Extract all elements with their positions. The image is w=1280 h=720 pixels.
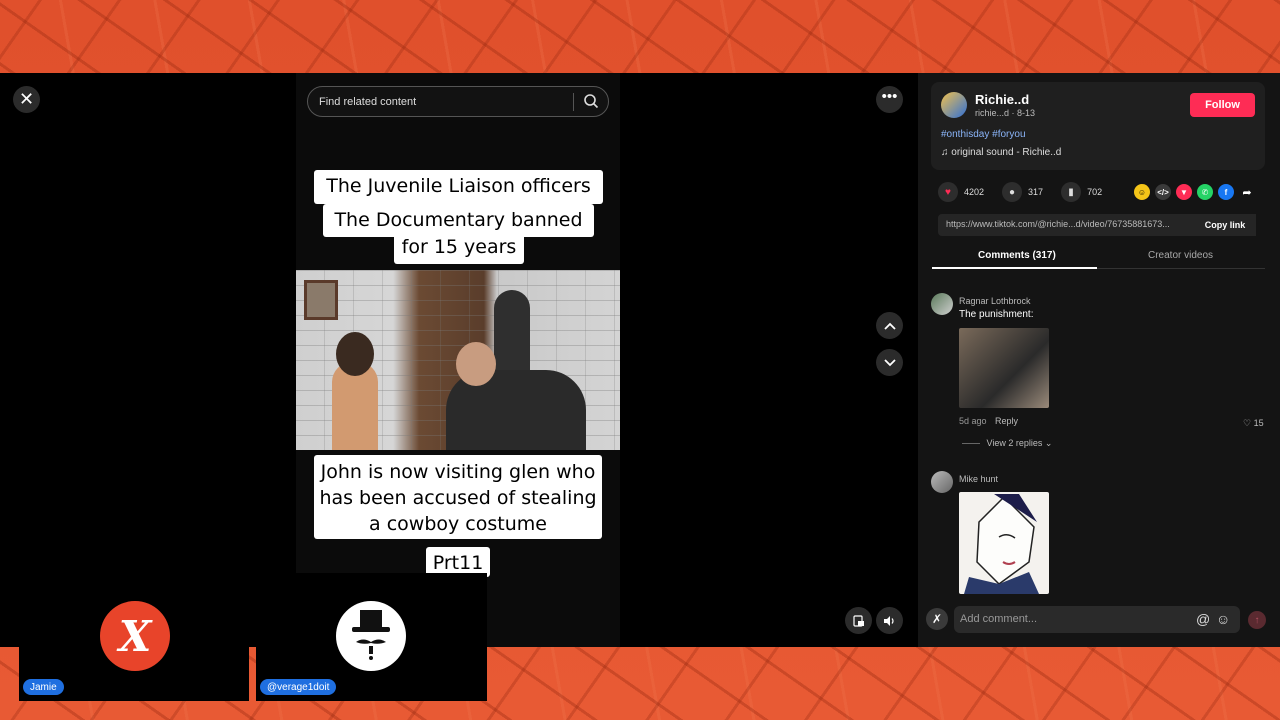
author-name[interactable]: Richie..d	[975, 92, 1029, 107]
share-icons: ☺ </> ▼ ✆ f ➦	[1134, 184, 1255, 200]
comment-avatar[interactable]	[931, 293, 953, 315]
caption-years: for 15 years	[394, 234, 524, 264]
send-icon[interactable]: ▼	[1176, 184, 1192, 200]
follow-button[interactable]: Follow	[1190, 93, 1255, 117]
volume-icon	[884, 615, 894, 626]
send-comment-button[interactable]: ↑	[1248, 611, 1266, 629]
video-frame[interactable]	[296, 270, 620, 450]
embed-icon[interactable]: </>	[1155, 184, 1171, 200]
webcam-name-tag: Jamie	[23, 679, 64, 695]
saves-count: 702	[1087, 187, 1103, 197]
view-replies-button[interactable]: View 2 replies ⌄	[962, 438, 1052, 449]
sound-link[interactable]: ♫ original sound - Richie..d	[941, 147, 1061, 158]
copy-link-button[interactable]: Copy link	[1194, 214, 1256, 236]
comment-image[interactable]	[959, 492, 1049, 594]
webcam-average: @verage1doit	[256, 573, 487, 701]
volume-button[interactable]	[876, 607, 903, 634]
heart-outline-icon: ♡	[1243, 418, 1252, 428]
close-button[interactable]: ✕	[13, 86, 40, 113]
comment-image[interactable]	[959, 328, 1049, 408]
comment-username[interactable]: Mike hunt	[959, 474, 998, 484]
comment-avatar[interactable]	[931, 471, 953, 493]
facebook-icon[interactable]: f	[1218, 184, 1234, 200]
mini-player-button[interactable]	[845, 607, 872, 634]
chevron-up-icon	[883, 322, 896, 330]
more-options-button[interactable]: •••	[876, 86, 903, 113]
comment-like-button[interactable]: ♡ 15	[1243, 418, 1264, 429]
chevron-down-icon	[883, 358, 896, 366]
search-divider	[573, 93, 574, 111]
search-placeholder: Find related content	[319, 95, 417, 108]
video-figure-boy-head	[336, 332, 374, 376]
comment-sticker	[964, 494, 1039, 594]
emoji-icon[interactable]: ☺	[1216, 611, 1230, 627]
video-wall-picture	[304, 280, 338, 320]
share-arrow-icon[interactable]: ➦	[1239, 184, 1255, 200]
webcam-name-tag: @verage1doit	[260, 679, 337, 695]
tab-comments[interactable]: Comments (317)	[978, 250, 1056, 261]
author-handle-date: richie...d · 8-13	[975, 108, 1036, 118]
comment-username[interactable]: Ragnar Lothbrock	[959, 296, 1031, 306]
next-video-button[interactable]	[876, 349, 903, 376]
caption-title: The Juvenile Liaison officers	[314, 170, 603, 204]
x-logo-icon: X	[100, 601, 170, 671]
search-input[interactable]: Find related content	[307, 86, 609, 117]
user-avatar[interactable]: ✗	[926, 608, 948, 630]
comments-count: 317	[1028, 187, 1044, 197]
search-icon[interactable]	[583, 93, 599, 109]
comment-meta: 5d ago Reply	[959, 416, 1018, 426]
view-replies-label: View 2 replies	[986, 438, 1043, 448]
friends-share-icon[interactable]: ☺	[1134, 184, 1150, 200]
comment-text: The punishment:	[959, 309, 1034, 320]
tab-active-indicator	[932, 267, 1097, 269]
heart-icon[interactable]: ♥	[938, 182, 958, 202]
caption-subtitle: The Documentary banned	[323, 204, 594, 237]
mention-icon[interactable]: @	[1196, 611, 1210, 627]
previous-video-button[interactable]	[876, 312, 903, 339]
caption-story: John is now visiting glen who has been a…	[314, 455, 602, 539]
replies-dash	[962, 443, 980, 445]
comment-time: 5d ago	[959, 416, 987, 426]
author-avatar[interactable]	[941, 92, 967, 118]
video-figure-man-head	[456, 342, 496, 386]
webcam-jamie: X Jamie	[19, 573, 249, 701]
picture-in-picture-icon	[852, 614, 864, 627]
likes-count: 4202	[964, 187, 985, 197]
comment-icon[interactable]: ●	[1002, 182, 1023, 202]
top-hat-logo-icon	[336, 601, 406, 671]
stats-row: ♥ 4202 ● 317 ▮ 702	[938, 182, 1114, 202]
bookmark-icon[interactable]: ▮	[1061, 182, 1082, 202]
hashtags[interactable]: #onthisday #foryou	[941, 129, 1026, 140]
close-icon: ✕	[18, 89, 35, 109]
chevron-down-icon: ⌄	[1044, 438, 1053, 448]
tab-creator-videos[interactable]: Creator videos	[1148, 250, 1213, 261]
whatsapp-icon[interactable]: ✆	[1197, 184, 1213, 200]
more-icon: •••	[881, 88, 898, 105]
video-figure-background	[494, 290, 530, 380]
comment-like-count: 15	[1253, 418, 1264, 428]
reply-button[interactable]: Reply	[995, 416, 1018, 426]
